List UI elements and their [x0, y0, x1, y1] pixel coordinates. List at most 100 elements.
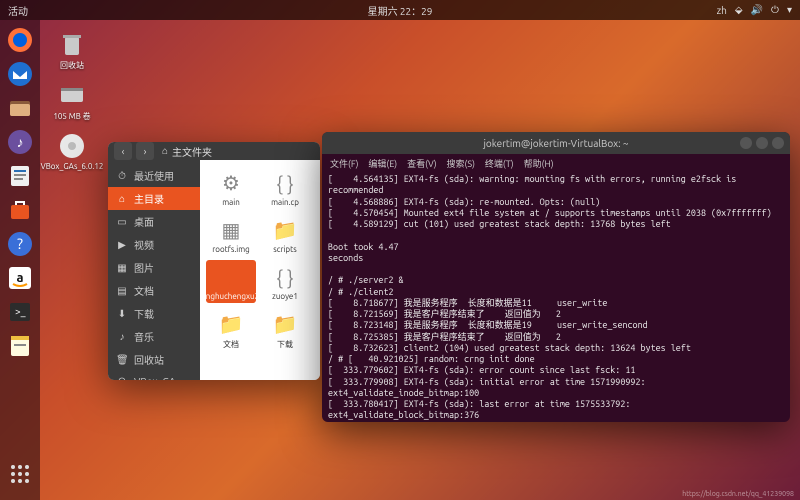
- dock-writer[interactable]: [4, 160, 36, 192]
- svg-text:?: ?: [17, 235, 23, 252]
- window-close-button[interactable]: [772, 137, 784, 149]
- sidebar-item[interactable]: ▤ 文档: [108, 279, 200, 302]
- sidebar-item-label: 视频: [134, 237, 154, 252]
- sidebar-item[interactable]: ⏱最近使用: [108, 164, 200, 187]
- desktop-volume[interactable]: 105 MB 卷: [48, 79, 96, 122]
- sidebar-item-icon: ▶: [116, 239, 128, 251]
- terminal-title: jokertim@jokertim-VirtualBox: ~: [483, 138, 628, 149]
- sidebar-item[interactable]: 🗑回收站: [108, 348, 200, 371]
- sidebar-item-label: VBox_GA…: [134, 376, 186, 381]
- dock-firefox[interactable]: [4, 24, 36, 56]
- sidebar-item-label: 回收站: [134, 352, 164, 367]
- input-source-indicator[interactable]: zh: [717, 5, 727, 16]
- terminal-menu-item[interactable]: 帮助(H): [524, 157, 554, 170]
- file-manager-titlebar[interactable]: ‹ › ⌂ 主文件夹: [108, 142, 320, 160]
- sidebar-item-label: 文档: [134, 283, 154, 298]
- terminal-menu-item[interactable]: 编辑(E): [368, 157, 397, 170]
- sidebar-item-label: 主目录: [134, 191, 164, 206]
- activities-button[interactable]: 活动: [8, 3, 28, 18]
- sidebar-item[interactable]: ♪音乐: [108, 325, 200, 348]
- file-label: scripts: [273, 245, 296, 254]
- file-label: main.cp: [271, 198, 299, 207]
- sidebar-item-label: 图片: [134, 260, 154, 275]
- file-item[interactable]: ⚙main: [206, 166, 256, 209]
- dock-help[interactable]: ?: [4, 228, 36, 260]
- path-label: 主文件夹: [172, 144, 212, 159]
- file-label: main: [222, 198, 240, 207]
- svg-text:>_: >_: [15, 306, 26, 317]
- terminal-menu-item[interactable]: 终端(T): [485, 157, 514, 170]
- desktop-icons: 回收站 105 MB 卷 VBox_GAs_6.0.12: [48, 28, 96, 177]
- terminal-output[interactable]: [ 4.564135] EXT4-fs (sda): warning: moun…: [322, 172, 790, 422]
- system-menu-chevron-icon[interactable]: ▾: [787, 4, 792, 16]
- window-minimize-button[interactable]: [740, 137, 752, 149]
- sidebar-item-icon: ⊙: [116, 375, 128, 380]
- dock-files[interactable]: [4, 92, 36, 124]
- clock[interactable]: 星期六 22：29: [368, 3, 433, 18]
- file-label: 文档: [223, 339, 239, 350]
- file-manager-content[interactable]: ⚙main{ }main.cp▦rootfs.img📁scriptsCyongh…: [200, 160, 320, 380]
- sidebar-item-label: 桌面: [134, 214, 154, 229]
- terminal-menu-item[interactable]: 文件(F): [330, 157, 358, 170]
- terminal-window: jokertim@jokertim-VirtualBox: ~ 文件(F) 编辑(…: [322, 132, 790, 422]
- desktop-trash[interactable]: 回收站: [48, 28, 96, 71]
- sidebar-item[interactable]: ▦ 图片: [108, 256, 200, 279]
- sidebar-item-icon: ▦: [116, 262, 128, 274]
- sidebar-item[interactable]: ⌂ 主目录: [108, 187, 200, 210]
- desktop-vbox-ga[interactable]: VBox_GAs_6.0.12: [48, 130, 96, 171]
- file-icon: 📁: [270, 309, 300, 339]
- sidebar-item[interactable]: ▭桌面: [108, 210, 200, 233]
- sidebar-item-icon: ⬇: [116, 308, 128, 320]
- dock-terminal[interactable]: >_: [4, 296, 36, 328]
- sidebar-item[interactable]: ⬇ 下载: [108, 302, 200, 325]
- desktop-icon-label: VBox_GAs_6.0.12: [41, 162, 104, 171]
- file-icon: { }: [270, 168, 300, 198]
- sidebar-item-icon: ⌂: [116, 193, 128, 205]
- dock-amazon[interactable]: a: [4, 262, 36, 294]
- desktop-icon-label: 105 MB 卷: [53, 111, 90, 122]
- network-icon[interactable]: ⬙: [735, 4, 743, 16]
- file-icon: 📁: [270, 215, 300, 245]
- svg-text:♪: ♪: [17, 134, 24, 150]
- file-item[interactable]: { }zuoye1: [260, 260, 310, 303]
- file-item[interactable]: Cyonghuchengxu2.c: [206, 260, 256, 303]
- window-maximize-button[interactable]: [756, 137, 768, 149]
- volume-icon[interactable]: 🔊: [751, 4, 763, 16]
- file-icon: ⚙: [216, 168, 246, 198]
- file-manager-window: ‹ › ⌂ 主文件夹 ⏱最近使用 ⌂ 主目录 ▭桌面 ▶ 视频 ▦ 图片 ▤ 文档 ⬇ 下载 ♪音乐🗑回…: [108, 142, 320, 380]
- sidebar-item[interactable]: ⊙ VBox_GA…: [108, 371, 200, 380]
- sidebar-item[interactable]: ▶ 视频: [108, 233, 200, 256]
- file-icon: ▦: [216, 215, 246, 245]
- terminal-menu-item[interactable]: 查看(V): [407, 157, 436, 170]
- home-icon: ⌂: [162, 145, 168, 157]
- dock-thunderbird[interactable]: [4, 58, 36, 90]
- file-item[interactable]: ▦rootfs.img: [206, 213, 256, 256]
- terminal-menubar: 文件(F) 编辑(E) 查看(V) 搜索(S) 终端(T) 帮助(H): [322, 154, 790, 172]
- sidebar-item-label: 最近使用: [134, 168, 174, 183]
- file-label: yonghuchengxu2.c: [200, 292, 265, 301]
- dock-rhythmbox[interactable]: ♪: [4, 126, 36, 158]
- file-icon: 📁: [216, 309, 246, 339]
- file-label: 下载: [277, 339, 293, 350]
- svg-text:a: a: [16, 271, 23, 285]
- power-icon[interactable]: ⏻: [771, 4, 779, 16]
- sidebar-item-icon: ♪: [116, 331, 128, 343]
- sidebar-item-icon: ▤: [116, 285, 128, 297]
- file-label: rootfs.img: [212, 245, 249, 254]
- nav-back-button[interactable]: ‹: [114, 142, 132, 160]
- file-item[interactable]: 📁下载: [260, 307, 310, 352]
- dock-software[interactable]: [4, 194, 36, 226]
- terminal-titlebar[interactable]: jokertim@jokertim-VirtualBox: ~: [322, 132, 790, 154]
- file-icon: C: [216, 262, 246, 292]
- terminal-menu-item[interactable]: 搜索(S): [447, 157, 475, 170]
- desktop-icon-label: 回收站: [60, 60, 84, 71]
- file-item[interactable]: 📁scripts: [260, 213, 310, 256]
- file-item[interactable]: { }main.cp: [260, 166, 310, 209]
- nav-forward-button[interactable]: ›: [136, 142, 154, 160]
- watermark: https://blog.csdn.net/qq_41239098: [682, 490, 794, 498]
- file-item[interactable]: 📁文档: [206, 307, 256, 352]
- dock-text-editor[interactable]: [4, 330, 36, 362]
- show-applications-button[interactable]: [4, 458, 36, 490]
- sidebar-item-label: 下载: [134, 306, 154, 321]
- top-bar: 活动 星期六 22：29 zh ⬙ 🔊 ⏻ ▾: [0, 0, 800, 20]
